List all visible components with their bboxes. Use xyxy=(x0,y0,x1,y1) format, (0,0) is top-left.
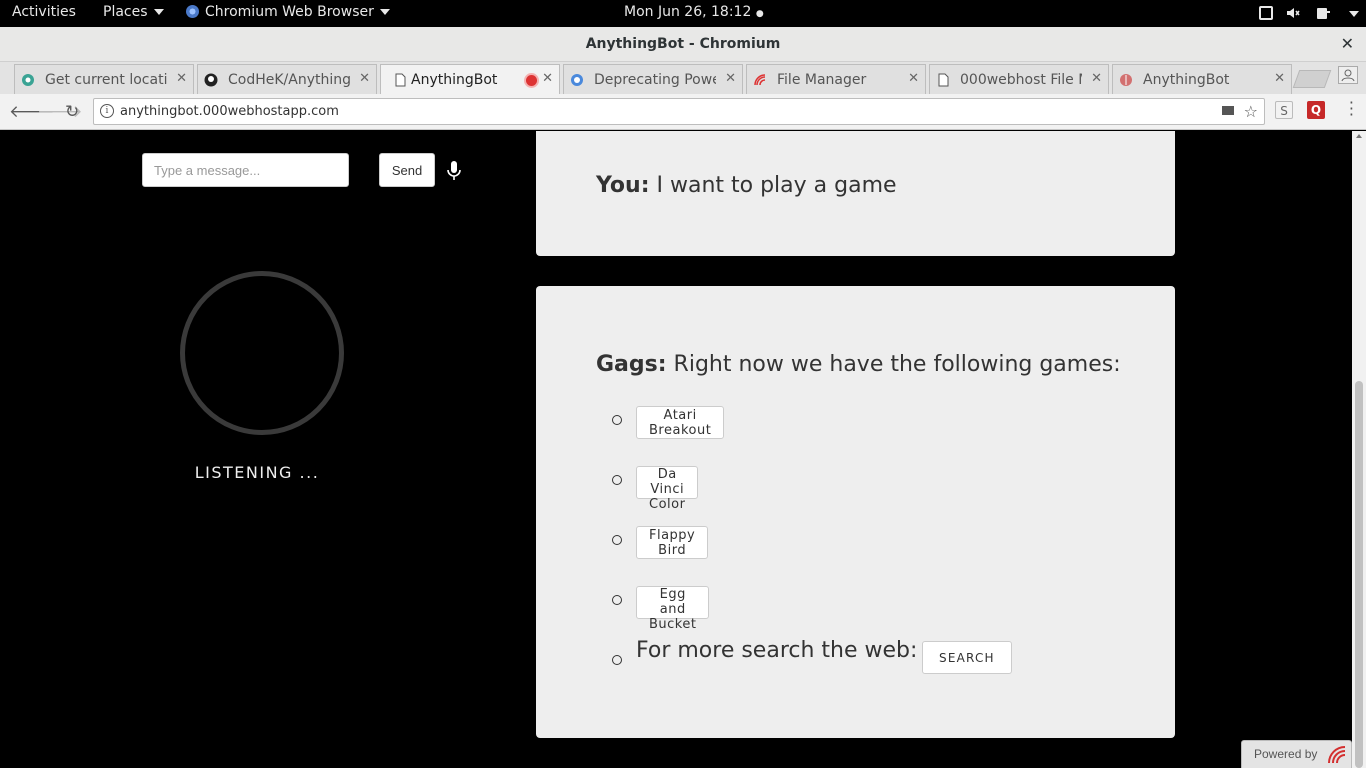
search-web-button[interactable]: SEARCH xyxy=(922,641,1012,674)
tab-get-current-location[interactable]: Get current locati ✕ xyxy=(14,64,194,94)
app-menu-label: Chromium Web Browser xyxy=(205,4,374,20)
extension-q-icon[interactable]: Q xyxy=(1307,101,1325,119)
window-close-button[interactable]: ✕ xyxy=(1341,34,1354,53)
tab-close-icon[interactable]: ✕ xyxy=(359,71,370,86)
listening-indicator-ring xyxy=(180,271,344,435)
bullet-icon xyxy=(612,475,622,485)
places-label: Places xyxy=(103,4,148,20)
extension-s-icon[interactable]: S xyxy=(1275,101,1293,119)
tab-github[interactable]: CodHeK/AnythingB ✕ xyxy=(197,64,377,94)
tab-file-manager[interactable]: File Manager ✕ xyxy=(746,64,926,94)
message-input[interactable] xyxy=(142,153,349,187)
scroll-up-arrow-icon[interactable] xyxy=(1356,134,1362,138)
tab-label: AnythingBot xyxy=(411,72,498,88)
tab-strip: Get current locati ✕ CodHeK/AnythingB ✕ … xyxy=(0,62,1366,94)
activities-button[interactable]: Activities xyxy=(12,4,76,20)
game-button-atari-breakout[interactable]: Atari Breakout xyxy=(636,406,725,439)
chrome-icon xyxy=(571,74,583,86)
tab-close-icon[interactable]: ✕ xyxy=(542,71,553,86)
user-message-card: You: I want to play a game xyxy=(536,131,1175,256)
user-label: You: xyxy=(596,173,650,198)
chevron-down-icon xyxy=(153,9,164,15)
bullet-icon xyxy=(612,535,622,545)
000webhost-logo-icon xyxy=(1328,746,1346,764)
system-menu-caret[interactable] xyxy=(1349,11,1359,17)
address-bar[interactable]: i anythingbot.000webhostapp.com ☆ xyxy=(93,98,1265,125)
000webhost-icon xyxy=(754,74,766,86)
clock[interactable]: Mon Jun 26, 18:12 ● xyxy=(624,4,764,20)
bullet-icon xyxy=(612,595,622,605)
places-menu[interactable]: Places xyxy=(103,4,164,20)
kebab-menu-icon[interactable]: · · · xyxy=(1349,95,1354,123)
tab-close-icon[interactable]: ✕ xyxy=(908,71,919,86)
tab-label: 000webhost File M xyxy=(960,72,1082,88)
power-icon[interactable] xyxy=(1316,6,1330,20)
tab-anythingbot-2[interactable]: AnythingBot ✕ xyxy=(1112,64,1292,94)
tab-label: AnythingBot xyxy=(1143,72,1230,88)
bot-message: Gags: Right now we have the following ga… xyxy=(596,352,1121,377)
microphone-icon[interactable] xyxy=(447,161,461,181)
reload-icon[interactable]: ↻ xyxy=(65,102,79,122)
app-menu[interactable]: Chromium Web Browser xyxy=(186,4,390,20)
powered-by-badge[interactable]: Powered by xyxy=(1241,740,1352,768)
chevron-down-icon xyxy=(379,9,390,15)
game-button-egg-and-bucket[interactable]: Egg and Bucket xyxy=(636,586,710,632)
bullet-icon xyxy=(612,655,622,665)
listening-status: LISTENING ... xyxy=(194,463,320,482)
gnome-top-bar: Activities Places Chromium Web Browser M… xyxy=(0,0,1366,27)
tab-close-icon[interactable]: ✕ xyxy=(176,71,187,86)
chromium-icon xyxy=(186,5,199,18)
browser-toolbar: 🡐 🡒 ↻ i anythingbot.000webhostapp.com ☆ … xyxy=(0,94,1366,130)
tab-close-icon[interactable]: ✕ xyxy=(725,71,736,86)
info-icon[interactable]: i xyxy=(100,104,114,118)
tab-label: CodHeK/AnythingB xyxy=(228,72,350,88)
screen-icon[interactable] xyxy=(1259,6,1273,20)
tab-label: Get current locati xyxy=(45,72,168,88)
search-web-text: For more search the web: xyxy=(636,638,918,663)
clock-label: Mon Jun 26, 18:12 xyxy=(624,4,752,20)
github-icon xyxy=(204,73,218,87)
page-icon xyxy=(395,73,406,87)
page-icon xyxy=(938,73,949,87)
window-title: AnythingBot - Chromium xyxy=(585,36,781,52)
game-button-flappy-bird[interactable]: Flappy Bird xyxy=(636,526,709,559)
window-titlebar: AnythingBot - Chromium ✕ xyxy=(0,27,1366,62)
recording-icon xyxy=(526,75,537,86)
bot-text: Right now we have the following games: xyxy=(666,352,1121,377)
brain-icon xyxy=(1120,74,1132,86)
user-text: I want to play a game xyxy=(649,173,897,198)
bullet-icon xyxy=(612,415,622,425)
new-tab-button[interactable] xyxy=(1292,70,1332,88)
tab-label: File Manager xyxy=(777,72,867,88)
user-message: You: I want to play a game xyxy=(596,173,897,198)
profile-icon[interactable] xyxy=(1338,66,1358,84)
tab-close-icon[interactable]: ✕ xyxy=(1091,71,1102,86)
codepen-icon xyxy=(22,74,34,86)
scrollbar-thumb[interactable] xyxy=(1355,381,1363,768)
bookmark-star-icon[interactable]: ☆ xyxy=(1244,102,1258,121)
tab-label: Deprecating Powe xyxy=(594,72,716,88)
volume-muted-icon[interactable] xyxy=(1286,6,1300,20)
bot-label: Gags: xyxy=(596,352,667,377)
tab-deprecating[interactable]: Deprecating Powe ✕ xyxy=(563,64,743,94)
camera-icon[interactable] xyxy=(1222,106,1234,115)
send-button[interactable]: Send xyxy=(379,153,435,187)
powered-by-text: Powered by xyxy=(1254,747,1318,761)
tab-000webhost-file[interactable]: 000webhost File M ✕ xyxy=(929,64,1109,94)
tab-close-icon[interactable]: ✕ xyxy=(1274,71,1285,86)
page-scrollbar[interactable] xyxy=(1352,131,1366,768)
page-content: Send LISTENING ... You: I want to play a… xyxy=(0,131,1352,768)
game-button-da-vinci-color[interactable]: Da Vinci Color xyxy=(636,466,699,512)
tab-anythingbot-active[interactable]: AnythingBot ✕ xyxy=(380,64,560,94)
bot-message-card: Gags: Right now we have the following ga… xyxy=(536,286,1175,738)
url-text: anythingbot.000webhostapp.com xyxy=(120,104,339,119)
